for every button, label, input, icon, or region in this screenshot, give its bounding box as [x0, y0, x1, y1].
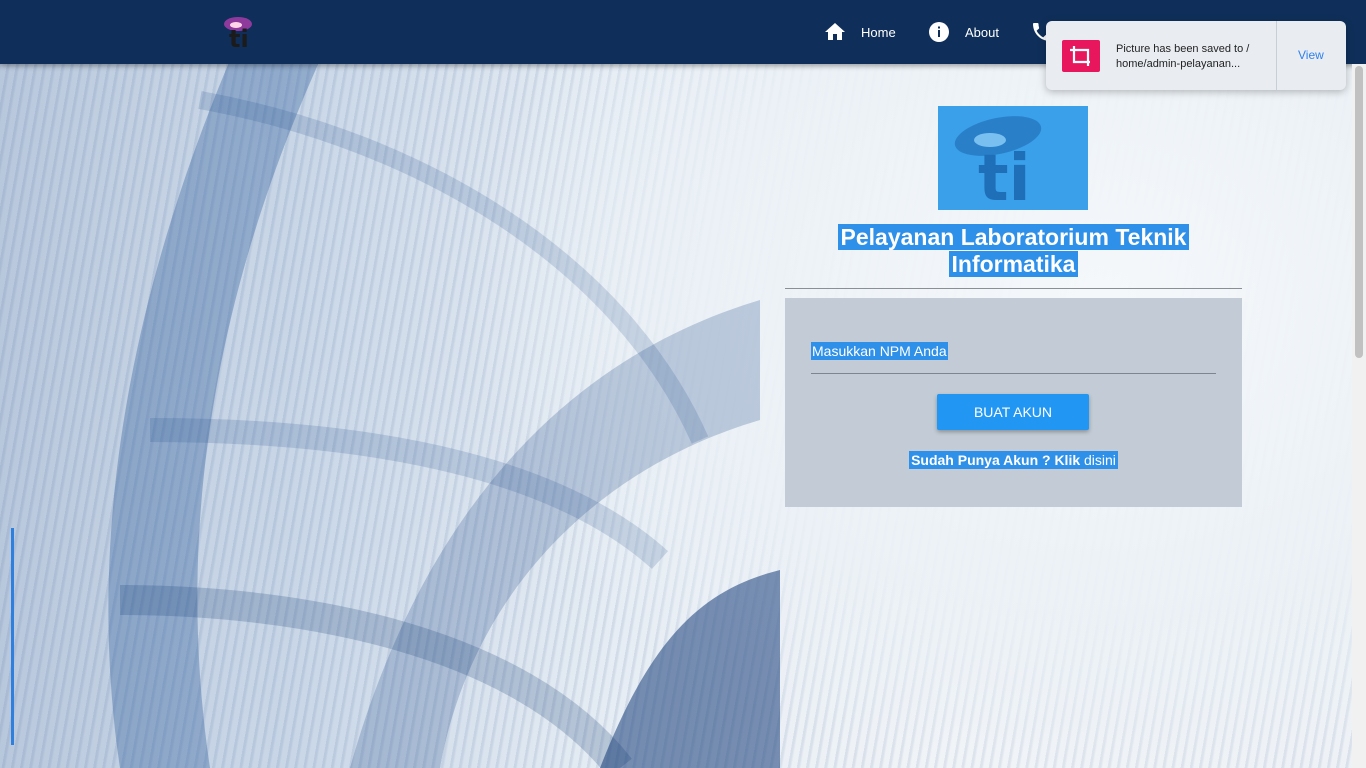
notification-toast: Picture has been saved to / home/admin-p… — [1046, 21, 1346, 90]
toast-view-button[interactable]: View — [1298, 48, 1324, 62]
toast-message: Picture has been saved to / home/admin-p… — [1116, 43, 1250, 70]
ti-brand-logo: ti — [938, 106, 1088, 216]
svg-text:ti: ti — [229, 25, 249, 51]
ti-logo-icon[interactable]: ti — [218, 13, 266, 53]
page-title-line-1: Pelayanan Laboratorium Teknik — [837, 224, 1190, 250]
home-icon — [825, 23, 845, 40]
create-account-button[interactable]: BUAT AKUN — [937, 394, 1089, 430]
toast-divider — [1276, 21, 1277, 90]
svg-text:ti: ti — [978, 142, 1031, 210]
nav-about[interactable]: About — [927, 20, 999, 44]
nav-home[interactable]: Home — [823, 20, 896, 44]
login-link[interactable]: disini — [1084, 452, 1116, 468]
info-icon — [929, 22, 949, 42]
scrollbar-thumb[interactable] — [1355, 66, 1363, 358]
crop-icon — [1062, 40, 1100, 72]
npm-input[interactable] — [811, 338, 1216, 374]
nav-about-label: About — [965, 24, 999, 40]
title-divider — [785, 288, 1242, 289]
login-prompt: Sudah Punya Akun ? Klik disini — [785, 451, 1242, 469]
register-panel: Masukkan NPM Anda BUAT AKUN Sudah Punya … — [785, 298, 1242, 507]
left-accent-bar — [11, 528, 14, 745]
login-prompt-text: Sudah Punya Akun ? Klik — [911, 452, 1081, 468]
page-scrollbar[interactable] — [1352, 64, 1366, 768]
page-title: Pelayanan Laboratorium Teknik Informatik… — [785, 224, 1242, 278]
page-title-line-2: Informatika — [948, 251, 1079, 277]
nav-home-label: Home — [861, 24, 896, 40]
